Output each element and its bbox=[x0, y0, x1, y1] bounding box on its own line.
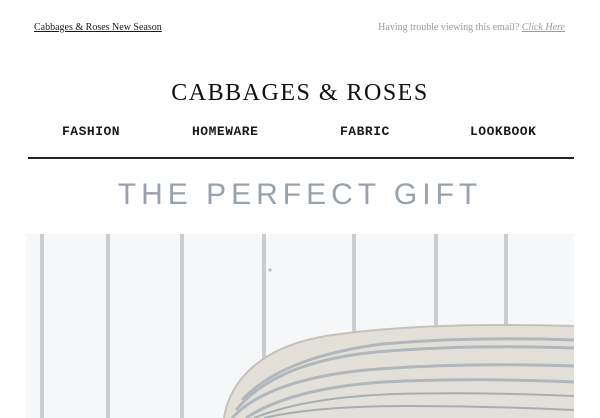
trouble-viewing-text: Having trouble viewing this email? bbox=[378, 22, 520, 33]
view-online-notice: Having trouble viewing this email? Click… bbox=[378, 22, 565, 33]
hero-photo-pillow bbox=[26, 234, 574, 418]
nav-item-fashion[interactable]: FASHION bbox=[62, 124, 120, 139]
main-nav: FASHION HOMEWARE FABRIC LOOKBOOK bbox=[28, 124, 574, 142]
nav-item-fabric[interactable]: FABRIC bbox=[340, 124, 390, 139]
new-season-link[interactable]: Cabbages & Roses New Season bbox=[34, 22, 162, 33]
nav-item-homeware[interactable]: HOMEWARE bbox=[192, 124, 258, 139]
nav-divider bbox=[28, 157, 574, 159]
brand-logo[interactable]: CABBAGES & ROSES bbox=[0, 80, 600, 107]
email-preheader: Cabbages & Roses New Season Having troub… bbox=[0, 0, 600, 60]
nav-item-lookbook[interactable]: LOOKBOOK bbox=[470, 124, 536, 139]
hero-image[interactable] bbox=[26, 234, 574, 418]
headline: THE PERFECT GIFT bbox=[117, 178, 483, 211]
click-here-link[interactable]: Click Here bbox=[522, 22, 565, 33]
